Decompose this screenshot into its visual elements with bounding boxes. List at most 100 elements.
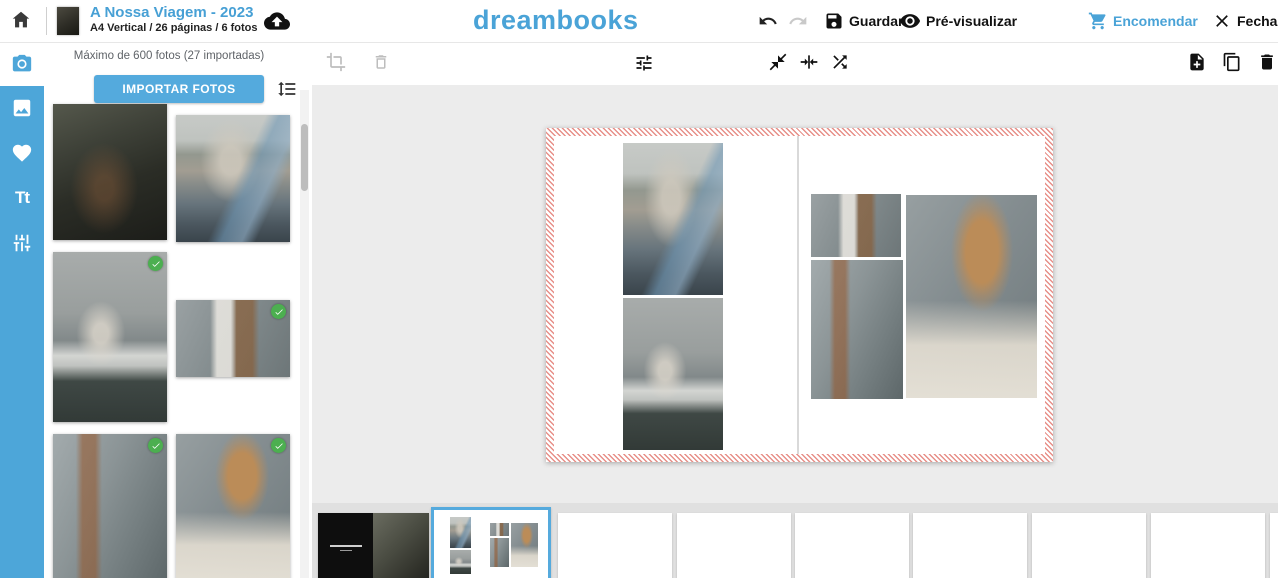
project-subtitle: A4 Vertical / 26 páginas / 6 fotos bbox=[90, 22, 258, 34]
order-button[interactable]: Encomendar bbox=[1088, 0, 1198, 42]
page-thumb-cover[interactable] bbox=[318, 513, 429, 578]
page-thumb-empty[interactable] bbox=[1270, 513, 1278, 578]
page-thumb-empty[interactable] bbox=[795, 513, 909, 578]
topbar-divider bbox=[46, 7, 47, 35]
page-thumb-empty[interactable] bbox=[1032, 513, 1146, 578]
trash-icon bbox=[1257, 52, 1277, 72]
cart-icon bbox=[1088, 11, 1108, 31]
page-seam bbox=[797, 136, 799, 454]
delete-page-button[interactable] bbox=[1257, 52, 1277, 72]
check-icon bbox=[151, 259, 161, 269]
page-photo-woman-reaching-from-boat[interactable] bbox=[623, 143, 723, 295]
cover-back bbox=[318, 513, 373, 578]
copy-icon bbox=[1222, 52, 1242, 72]
page-photo-woman-sitting-on-boat[interactable] bbox=[623, 298, 723, 450]
home-icon bbox=[10, 9, 32, 31]
cloud-sync-button[interactable] bbox=[263, 8, 291, 34]
center-photos-button[interactable] bbox=[799, 52, 819, 72]
check-icon bbox=[151, 441, 161, 451]
photo-thumb-couple-standing-marble[interactable] bbox=[176, 300, 290, 377]
page-thumb-empty[interactable] bbox=[558, 513, 672, 578]
shuffle-icon bbox=[830, 52, 850, 72]
preview-button[interactable]: Pré-visualizar bbox=[899, 0, 1017, 42]
top-bar: A Nossa Viagem - 2023 A4 Vertical / 26 p… bbox=[0, 0, 1278, 43]
page-thumb-empty[interactable] bbox=[677, 513, 791, 578]
eye-icon bbox=[899, 10, 921, 32]
cover-front-photo bbox=[373, 513, 429, 578]
cloud-upload-icon bbox=[263, 8, 291, 34]
photobook-editor: A Nossa Viagem - 2023 A4 Vertical / 26 p… bbox=[0, 0, 1278, 578]
duplicate-page-button[interactable] bbox=[1222, 52, 1242, 72]
left-sidebar: Tt bbox=[0, 42, 44, 578]
undo-icon bbox=[758, 11, 778, 31]
project-title[interactable]: A Nossa Viagem - 2023 bbox=[90, 4, 253, 21]
photo-used-badge bbox=[271, 438, 286, 453]
cover-subtitle-line bbox=[340, 550, 352, 551]
sidebar-item-layouts[interactable] bbox=[0, 86, 44, 130]
mini-photo bbox=[450, 550, 471, 574]
page-photo-woman-with-hat[interactable] bbox=[906, 195, 1037, 398]
scrollbar-thumb[interactable] bbox=[301, 124, 308, 191]
layout-settings-button[interactable] bbox=[634, 53, 654, 73]
arrows-to-center-icon bbox=[799, 52, 819, 72]
trash-outline-icon bbox=[372, 53, 390, 71]
page-photo-couple-standing-marble[interactable] bbox=[811, 194, 901, 257]
add-page-icon bbox=[1187, 52, 1207, 72]
photo-used-badge bbox=[148, 438, 163, 453]
photo-thumb-man-leaning-on-rocks[interactable] bbox=[53, 434, 167, 578]
close-label: Fechar bbox=[1237, 13, 1278, 29]
text-icon: Tt bbox=[15, 188, 29, 208]
dreambooks-logo: dreambooks bbox=[473, 5, 673, 36]
crop-button[interactable] bbox=[326, 52, 346, 72]
photo-panel-scrollbar[interactable] bbox=[300, 90, 309, 578]
cover-title-line bbox=[330, 545, 362, 547]
mini-photo bbox=[511, 523, 538, 567]
background-button[interactable] bbox=[372, 53, 390, 71]
photo-used-badge bbox=[148, 256, 163, 271]
mini-photo bbox=[490, 523, 509, 536]
photo-thumb-woman-with-hat[interactable] bbox=[176, 434, 290, 578]
collapse-layout-button[interactable] bbox=[768, 52, 788, 72]
mini-photo bbox=[450, 517, 471, 548]
home-button[interactable] bbox=[10, 9, 34, 33]
shuffle-layout-button[interactable] bbox=[830, 52, 850, 72]
check-icon bbox=[274, 307, 284, 317]
save-button[interactable]: Guardar bbox=[824, 0, 903, 42]
pages-strip bbox=[312, 503, 1278, 578]
collapse-diagonal-icon bbox=[768, 52, 788, 72]
redo-icon bbox=[788, 11, 808, 31]
book-spread[interactable] bbox=[546, 128, 1053, 462]
photo-thumb-woman-sitting-on-boat[interactable] bbox=[53, 252, 167, 422]
spread-pages bbox=[554, 136, 1045, 454]
crop-icon bbox=[326, 52, 346, 72]
image-icon bbox=[11, 97, 33, 119]
page-thumb-empty[interactable] bbox=[1151, 513, 1265, 578]
sidebar-item-text[interactable]: Tt bbox=[0, 176, 44, 220]
sort-icon bbox=[277, 79, 297, 99]
save-icon bbox=[824, 11, 844, 31]
project-cover-thumbnail[interactable] bbox=[57, 7, 79, 35]
page-thumb-spread-1-selected[interactable] bbox=[431, 507, 551, 578]
sidebar-item-photos[interactable] bbox=[0, 42, 44, 86]
tune-icon bbox=[11, 232, 33, 254]
redo-button[interactable] bbox=[788, 0, 808, 42]
mini-photo bbox=[490, 538, 509, 567]
import-photos-button[interactable]: IMPORTAR FOTOS bbox=[94, 75, 264, 103]
photo-limit-label: Máximo de 600 fotos (27 importadas) bbox=[44, 50, 294, 62]
editor-toolbar bbox=[312, 42, 1278, 87]
camera-icon bbox=[11, 53, 33, 75]
photo-thumb-woman-reaching-from-boat[interactable] bbox=[176, 115, 290, 242]
sort-photos-button[interactable] bbox=[277, 79, 297, 99]
add-page-button[interactable] bbox=[1187, 52, 1207, 72]
preview-label: Pré-visualizar bbox=[926, 13, 1017, 29]
editor-canvas[interactable] bbox=[312, 85, 1278, 503]
page-photo-man-leaning-on-rocks[interactable] bbox=[811, 260, 903, 399]
page-thumb-empty[interactable] bbox=[913, 513, 1027, 578]
sidebar-item-favorites[interactable] bbox=[0, 131, 44, 175]
close-button[interactable]: Fechar bbox=[1212, 0, 1278, 42]
sidebar-item-settings[interactable] bbox=[0, 221, 44, 265]
check-icon bbox=[274, 441, 284, 451]
heart-icon bbox=[11, 142, 33, 164]
undo-button[interactable] bbox=[758, 0, 778, 42]
photo-thumb-couple-under-rock-arch[interactable] bbox=[53, 104, 167, 240]
